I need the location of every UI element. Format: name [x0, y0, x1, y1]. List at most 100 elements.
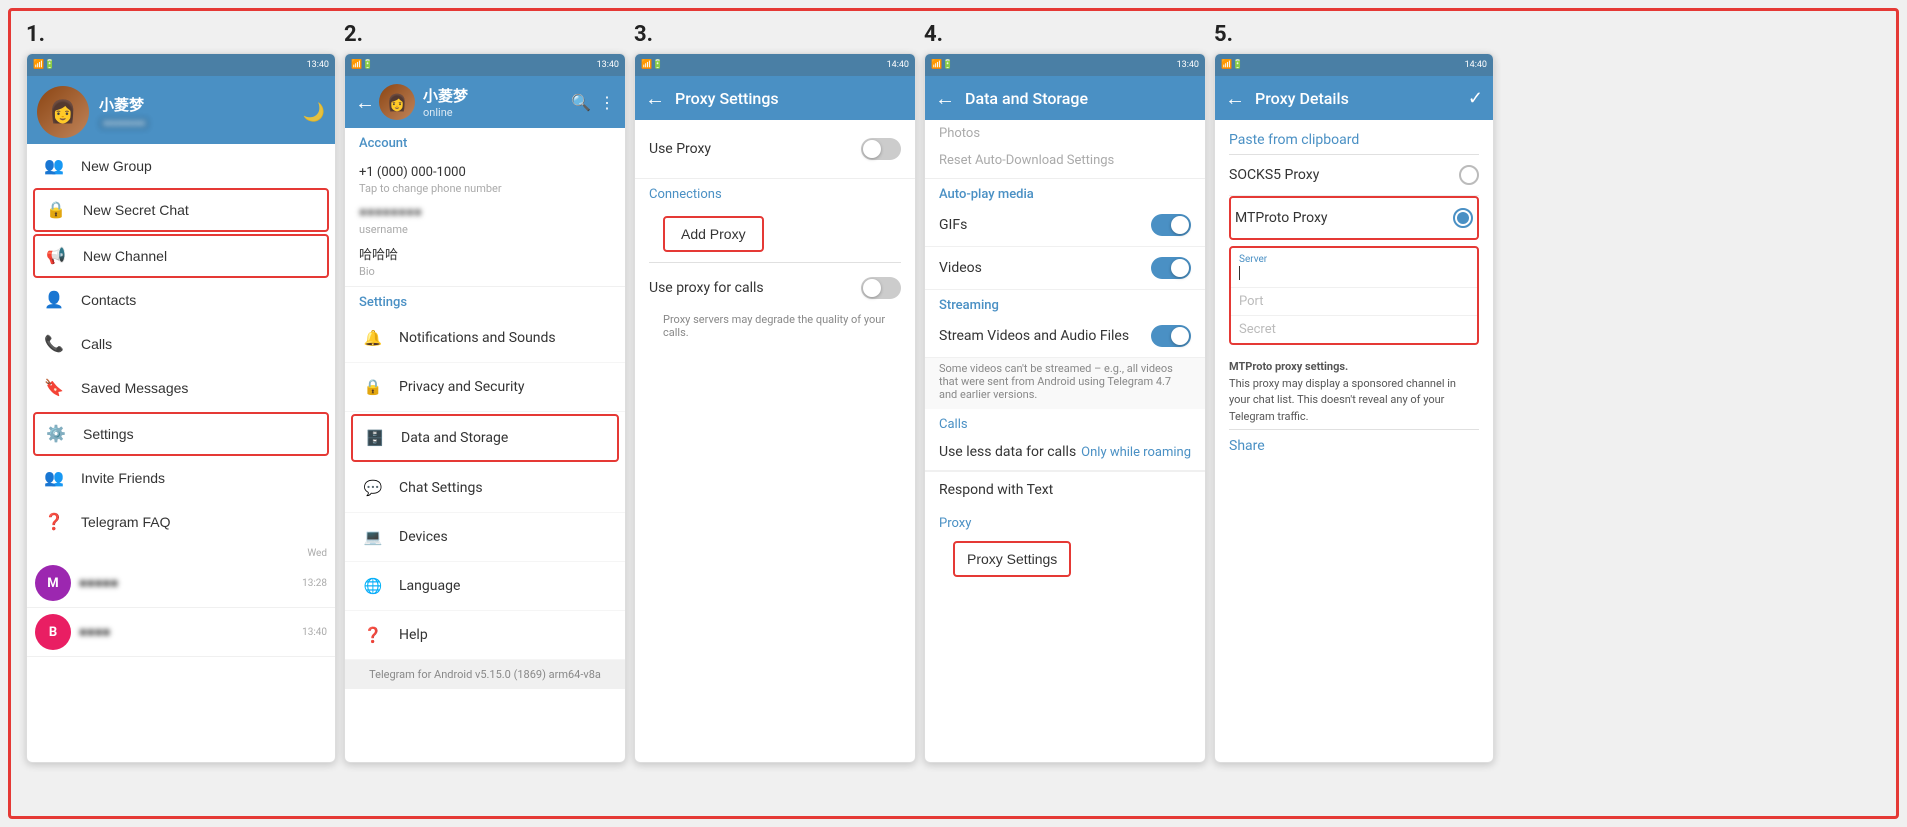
- menu-settings[interactable]: ⚙️ Settings: [33, 412, 329, 456]
- channel-icon: 📢: [43, 243, 69, 269]
- mtproto-radio[interactable]: [1453, 208, 1473, 228]
- status-bar-1: 📶🔋 13:40: [27, 54, 335, 76]
- respond-label: Respond with Text: [939, 482, 1053, 498]
- menu-contacts-label: Contacts: [81, 292, 136, 308]
- port-row[interactable]: Port: [1231, 288, 1477, 316]
- status-bar-3: 📶🔋 14:40: [635, 54, 915, 76]
- chat-avatar: B: [35, 614, 71, 650]
- menu-faq[interactable]: ❓ Telegram FAQ: [27, 500, 335, 544]
- settings-notifications[interactable]: 🔔 Notifications and Sounds: [345, 314, 625, 363]
- menu-invite-label: Invite Friends: [81, 470, 165, 486]
- menu-new-channel[interactable]: 📢 New Channel: [33, 234, 329, 278]
- paste-link[interactable]: Paste from clipboard: [1229, 126, 1479, 154]
- proxy-settings-title: Proxy Settings: [675, 89, 905, 108]
- help-label: Help: [399, 627, 428, 643]
- videos-item[interactable]: Videos: [925, 247, 1205, 290]
- less-data-value: Only while roaming: [1081, 445, 1191, 460]
- respond-item[interactable]: Respond with Text: [925, 471, 1205, 508]
- gifs-toggle[interactable]: [1151, 214, 1191, 236]
- use-proxy-row: Use Proxy: [649, 130, 901, 168]
- server-label: Server: [1239, 254, 1469, 265]
- back-icon-4[interactable]: ←: [935, 86, 955, 111]
- port-label: Port: [1239, 294, 1264, 309]
- app-bar-2: ← 👩 小菱梦 online 🔍 ⋮: [345, 76, 625, 128]
- chat-info: ●●●●●: [79, 575, 302, 591]
- use-proxy-section: Use Proxy: [635, 120, 915, 179]
- mtproto-label: MTProto Proxy: [1235, 210, 1328, 226]
- invite-icon: 👥: [41, 465, 67, 491]
- back-icon-3[interactable]: ←: [645, 86, 665, 111]
- reset-item[interactable]: Reset Auto-Download Settings: [925, 147, 1205, 179]
- streaming-title: Streaming: [925, 290, 1205, 315]
- socks5-option[interactable]: SOCKS5 Proxy: [1229, 155, 1479, 196]
- stream-item[interactable]: Stream Videos and Audio Files: [925, 315, 1205, 358]
- add-proxy-button[interactable]: Add Proxy: [663, 216, 764, 252]
- menu-new-group[interactable]: 👥 New Group: [27, 144, 335, 188]
- stream-toggle[interactable]: [1151, 325, 1191, 347]
- menu-calls[interactable]: 📞 Calls: [27, 322, 335, 366]
- step-label-4: 4.: [924, 22, 1206, 47]
- settings-chat[interactable]: 💬 Chat Settings: [345, 464, 625, 513]
- profile-header: 👩 小菱梦 ●●●●●●● 🌙: [27, 76, 335, 144]
- proxy-details-title: Proxy Details: [1255, 89, 1468, 108]
- more-icon[interactable]: ⋮: [599, 93, 615, 112]
- search-icon[interactable]: 🔍: [571, 93, 591, 112]
- menu-saved-label: Saved Messages: [81, 380, 188, 396]
- language-icon: 🌐: [359, 572, 387, 600]
- check-icon[interactable]: ✓: [1468, 88, 1483, 109]
- back-icon[interactable]: ←: [355, 90, 375, 115]
- chat-item[interactable]: M ●●●●● 13:28: [27, 559, 335, 608]
- back-icon-5[interactable]: ←: [1225, 86, 1245, 111]
- bio: 哈哈哈: [359, 242, 611, 265]
- profile-sub: ●●●●●●●: [99, 117, 149, 130]
- settings-help[interactable]: ❓ Help: [345, 611, 625, 660]
- settings-privacy[interactable]: 🔒 Privacy and Security: [345, 363, 625, 412]
- less-data-item[interactable]: Use less data for calls Only while roami…: [925, 434, 1205, 471]
- mtproto-option[interactable]: MTProto Proxy: [1231, 202, 1477, 234]
- menu-secret-label: New Secret Chat: [83, 202, 189, 218]
- settings-data-storage[interactable]: 🗄️ Data and Storage: [351, 414, 619, 462]
- menu-new-secret-chat[interactable]: 🔒 New Secret Chat: [33, 188, 329, 232]
- proxy-settings-button[interactable]: Proxy Settings: [953, 541, 1071, 577]
- mtproto-option-wrapper: MTProto Proxy: [1229, 196, 1479, 240]
- app-bar-3: ← Proxy Settings: [635, 76, 915, 120]
- socks5-label: SOCKS5 Proxy: [1229, 167, 1319, 183]
- menu-calls-label: Calls: [81, 336, 112, 352]
- privacy-label: Privacy and Security: [399, 379, 525, 395]
- step-label-2: 2.: [344, 22, 626, 47]
- step-5: 5. 📶🔋 14:40 ← Proxy Details ✓ Paste from…: [1214, 22, 1494, 763]
- notifications-icon: 🔔: [359, 324, 387, 352]
- account-area: +1 (000) 000-1000 Tap to change phone nu…: [345, 155, 625, 287]
- phone-number: +1 (000) 000-1000: [359, 163, 611, 182]
- proxy-info: Proxy servers may degrade the quality of…: [649, 307, 901, 345]
- menu-saved[interactable]: 🔖 Saved Messages: [27, 366, 335, 410]
- gifs-item[interactable]: GIFs: [925, 204, 1205, 247]
- chat-item[interactable]: B ●●●● 13:40: [27, 608, 335, 657]
- menu-contacts[interactable]: 👤 Contacts: [27, 278, 335, 322]
- footer-text: Telegram for Android v5.15.0 (1869) arm6…: [345, 660, 625, 689]
- bio-sub: Bio: [359, 265, 611, 278]
- server-input[interactable]: [1239, 265, 1469, 281]
- profile-header-info: 小菱梦 online: [423, 85, 468, 119]
- step-label-3: 3.: [634, 22, 916, 47]
- lock-icon: 🔒: [43, 197, 69, 223]
- share-link[interactable]: Share: [1229, 430, 1479, 462]
- proxy-calls-toggle[interactable]: [861, 277, 901, 299]
- account-section-title: Account: [345, 128, 625, 155]
- use-proxy-toggle[interactable]: [861, 138, 901, 160]
- saved-icon: 🔖: [41, 375, 67, 401]
- step-4: 4. 📶🔋 13:40 ← Data and Storage Photos Re…: [924, 22, 1206, 763]
- videos-toggle[interactable]: [1151, 257, 1191, 279]
- devices-label: Devices: [399, 529, 448, 545]
- socks5-radio[interactable]: [1459, 165, 1479, 185]
- settings-language[interactable]: 🌐 Language: [345, 562, 625, 611]
- settings-devices[interactable]: 💻 Devices: [345, 513, 625, 562]
- secret-row[interactable]: Secret: [1231, 316, 1477, 343]
- proxy-settings-area: Proxy Settings: [925, 533, 1205, 585]
- phone-sub: Tap to change phone number: [359, 182, 611, 195]
- menu-invite[interactable]: 👥 Invite Friends: [27, 456, 335, 500]
- server-port-secret-box: Server Port Secret: [1229, 246, 1479, 345]
- connections-title: Connections: [635, 179, 915, 206]
- step-label-5: 5.: [1214, 22, 1494, 47]
- username-sub: username: [359, 223, 611, 236]
